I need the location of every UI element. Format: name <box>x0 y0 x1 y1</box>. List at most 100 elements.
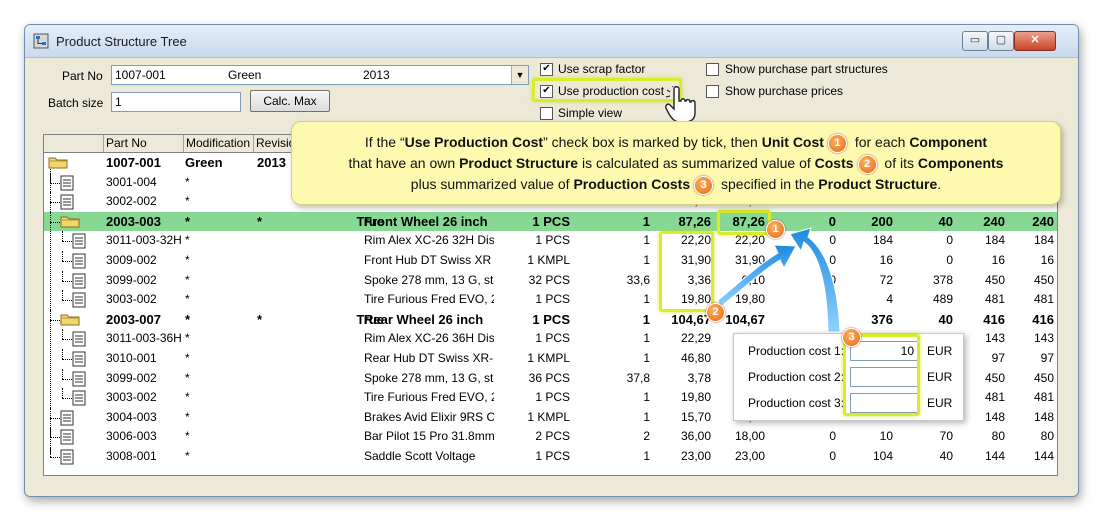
cell-mod: * <box>185 429 190 444</box>
cell-qty: 2 PCS <box>535 429 570 444</box>
doc-icon <box>60 449 74 465</box>
callout-text: for each <box>850 134 910 150</box>
cell-part: 3010-001 <box>106 351 157 365</box>
cell-part: 3002-002 <box>106 194 157 209</box>
cell-c1: 10 <box>879 429 893 444</box>
calc-max-button[interactable]: Calc. Max <box>250 90 330 112</box>
cell-c3: 184 <box>984 233 1005 248</box>
cell-c4: 148 <box>1033 409 1054 424</box>
maximize-button[interactable]: ▢ <box>988 31 1014 51</box>
cell-c2: 0 <box>946 253 953 267</box>
callout-arrows <box>717 227 841 333</box>
cell-c0: 0 <box>829 449 836 463</box>
cell-c4: 80 <box>1040 429 1054 444</box>
show-purchase-prices-checkbox[interactable] <box>706 85 719 98</box>
dropdown-arrow-icon[interactable]: ▼ <box>511 66 528 84</box>
callout-text: If the “ <box>364 134 405 150</box>
cell-factor: 1 <box>642 311 650 327</box>
cell-desc: Rear Wheel 26 inch <box>364 311 484 327</box>
table-row[interactable]: 3003-002 * Tire Furious Fred EVO, 21 PCS 1 1… <box>44 290 1057 310</box>
tree-connector <box>62 251 63 261</box>
cell-part: 1007-001 <box>106 155 161 170</box>
cell-c3: 450 <box>984 272 1005 287</box>
cell-qty: 1 KMPL <box>527 253 570 267</box>
doc-icon <box>60 194 74 210</box>
cell-rev <box>257 388 302 408</box>
show-purchase-part-structures-checkbox[interactable] <box>706 63 719 76</box>
table-row[interactable]: 2003-007 * * True Rear Wheel 26 inch 1 PCS 1 10… <box>44 309 1057 330</box>
cell-factor: 1 <box>643 351 650 365</box>
cell-mod: * <box>185 253 190 267</box>
cell-cost: 18,00 <box>734 429 765 444</box>
tree-connector <box>50 437 60 439</box>
part-no-combo[interactable]: 1007-001 Green 2013 ▼ <box>111 65 529 85</box>
folder-icon <box>48 157 68 169</box>
doc-icon <box>72 253 86 269</box>
callout-bold: Product Structure <box>818 176 938 192</box>
production-cost-3-unit: EUR <box>927 396 953 410</box>
minimize-button[interactable]: ▭ <box>962 31 988 51</box>
table-row[interactable]: 3011-003-32H * Rim Alex XC-26 32H Disc 1 PC… <box>44 231 1057 251</box>
production-cost-1-label: Production cost 1: <box>748 344 845 358</box>
callout-bold: Unit Cost <box>761 134 824 150</box>
cell-mod: * <box>185 213 191 229</box>
tree-connector <box>62 359 72 360</box>
simple-view-checkbox[interactable] <box>540 107 553 120</box>
cell-c2: 0 <box>946 233 953 248</box>
cell-c4: 143 <box>1033 331 1054 346</box>
table-row[interactable]: 3008-001 * Saddle Scott Voltage 1 PCS 1 23,00… <box>44 447 1057 467</box>
table-row[interactable]: 3099-002 * Spoke 278 mm, 13 G, sta 32 PCS 33… <box>44 270 1057 291</box>
cell-rev <box>257 349 302 369</box>
header-modification[interactable]: Modification <box>184 135 254 152</box>
title-bar[interactable]: Product Structure Tree ▭ ▢ ✕ <box>25 25 1078 58</box>
tree-connector <box>62 231 63 242</box>
cell-unit: 3,78 <box>687 370 711 385</box>
doc-icon <box>72 233 86 249</box>
callout-text: . <box>937 176 942 192</box>
use-scrap-factor-checkbox[interactable]: ✔ <box>540 63 553 76</box>
cell-c4: 450 <box>1033 370 1054 385</box>
callout-line-1: If the “Use Production Cost” check box i… <box>292 132 1060 153</box>
tree-connector <box>50 221 60 223</box>
cell-factor: 1 <box>643 253 650 267</box>
cell-c3: 481 <box>984 292 1005 307</box>
cell-rev <box>257 329 302 349</box>
callout-bold: Costs <box>814 155 854 171</box>
cell-mod: * <box>185 194 190 209</box>
cell-unit: 19,80 <box>680 390 711 405</box>
cell-part: 3011-003-32H <box>106 233 182 248</box>
use-production-cost-checkbox[interactable]: ✔ <box>540 85 553 98</box>
header-part-no[interactable]: Part No <box>104 135 184 152</box>
tree-app-icon <box>33 33 49 49</box>
cell-qty: 1 PCS <box>535 233 570 248</box>
cell-mod: * <box>185 272 190 287</box>
cell-part: 3099-002 <box>106 370 157 385</box>
folder-icon <box>60 314 80 326</box>
tree-connector <box>62 368 63 379</box>
table-row[interactable]: 2003-003 * * True Front Wheel 26 inch 1 PCS 1 8… <box>44 211 1057 232</box>
cell-desc: Tire Furious Fred EVO, 2 <box>364 292 494 307</box>
cell-qty: 1 KMPL <box>527 351 570 365</box>
use-production-cost-label: Use production cost <box>558 84 665 98</box>
cell-mod: * <box>185 449 190 463</box>
tree-connector <box>50 319 60 321</box>
cell-c4: 481 <box>1033 292 1054 307</box>
cell-mod: * <box>185 409 190 424</box>
cell-part: 3099-002 <box>106 272 157 287</box>
tree-connector <box>62 398 72 400</box>
batch-size-input[interactable]: 1 <box>111 92 241 112</box>
cell-mod: * <box>185 174 190 189</box>
callout-text: plus summarized value of <box>410 176 574 192</box>
table-row[interactable]: 3009-002 * Front Hub DT Swiss XR 1 KMPL 1 31,… <box>44 251 1057 271</box>
table-row[interactable]: 3006-003 * Bar Pilot 15 Pro 31.8mm 2 PCS 2 36… <box>44 427 1057 447</box>
tree-connector <box>62 388 63 399</box>
cell-c2: 378 <box>932 272 953 287</box>
tree-connector <box>62 280 72 282</box>
cell-c1: 104 <box>872 449 893 463</box>
cell-rev <box>257 271 302 291</box>
cell-desc: Front Hub DT Swiss XR <box>364 253 492 267</box>
cell-mod: * <box>185 292 190 307</box>
badge-1-icon: 1 <box>827 133 847 153</box>
cell-part: 3006-003 <box>106 429 157 444</box>
close-button[interactable]: ✕ <box>1014 31 1056 51</box>
